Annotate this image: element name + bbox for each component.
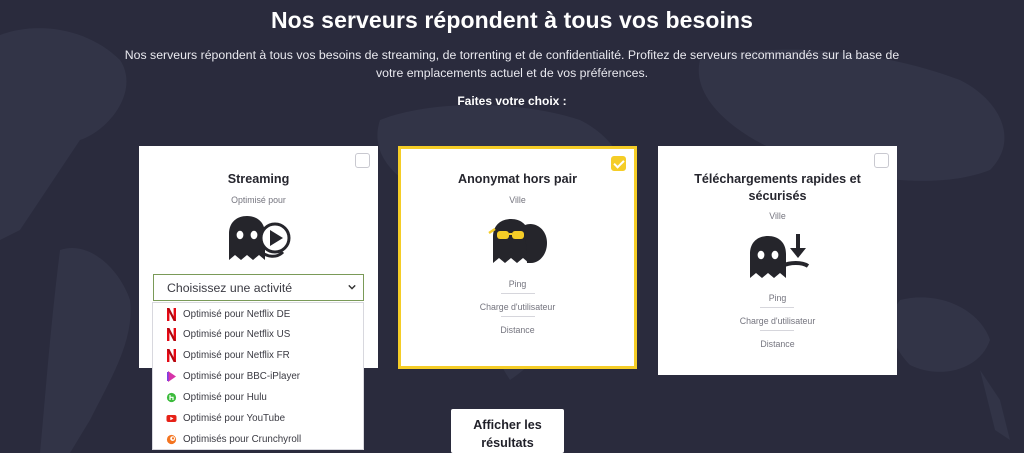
- netflix-icon: [167, 349, 176, 362]
- dropdown-item-label: Optimisé pour BBC-iPlayer: [183, 371, 301, 382]
- show-results-button-line1: Afficher les: [473, 418, 542, 432]
- card-streaming-title: Streaming: [227, 172, 290, 186]
- activity-select[interactable]: Choisissez une activité: [153, 274, 364, 301]
- dropdown-item-bbc-iplayer[interactable]: Optimisé pour BBC-iPlayer: [153, 367, 363, 387]
- show-results-button[interactable]: Afficher les résultats: [451, 409, 564, 453]
- netflix-icon: [167, 308, 176, 321]
- bbc-iplayer-icon: [167, 371, 176, 382]
- metric-distance: Distance: [760, 339, 795, 349]
- activity-select-value: Choisissez une activité: [167, 281, 293, 295]
- crunchyroll-icon: [166, 434, 177, 445]
- card-streaming-subtitle: Optimisé pour: [231, 195, 286, 205]
- card-downloads[interactable]: Téléchargements rapides et sécurisés Vil…: [658, 146, 897, 375]
- dropdown-item-label: Optimisé pour YouTube: [183, 413, 286, 424]
- hulu-icon: [166, 392, 177, 403]
- card-anonymity-checkbox[interactable]: [611, 156, 626, 171]
- choose-label: Faites votre choix :: [457, 94, 567, 108]
- page-title: Nos serveurs répondent à tous vos besoin…: [270, 7, 754, 33]
- metric-user-load: Charge d'utilisateur: [739, 316, 816, 326]
- dropdown-item-label: Optimisé pour Netflix US: [183, 329, 291, 340]
- dropdown-item-label: Optimisé pour Netflix FR: [183, 350, 290, 361]
- card-anonymity-title: Anonymat hors pair: [458, 172, 577, 186]
- divider: [501, 316, 535, 317]
- ghost-streaming-icon: [229, 216, 291, 260]
- divider: [501, 293, 535, 294]
- chevron-down-icon: [348, 284, 356, 290]
- card-anonymity-subtitle: Ville: [509, 195, 526, 205]
- metric-ping: Ping: [508, 279, 527, 289]
- card-streaming-checkbox[interactable]: [355, 153, 370, 168]
- divider: [760, 330, 794, 331]
- dropdown-item-crunchyroll[interactable]: Optimisés pour Crunchyroll: [153, 430, 363, 450]
- activity-dropdown: Optimisé pour Netflix DE Optimisé pour N…: [152, 302, 364, 450]
- dropdown-item-netflix-de[interactable]: Optimisé pour Netflix DE: [153, 305, 363, 325]
- ghost-download-icon: [750, 234, 810, 278]
- card-anonymity[interactable]: Anonymat hors pair Ville Ping Charge d'u…: [398, 146, 637, 369]
- dropdown-item-youtube[interactable]: Optimisé pour YouTube: [153, 409, 363, 429]
- metric-user-load: Charge d'utilisateur: [479, 302, 556, 312]
- divider: [760, 307, 794, 308]
- show-results-button-line2: résultats: [481, 436, 534, 450]
- dropdown-item-netflix-us[interactable]: Optimisé pour Netflix US: [153, 325, 363, 345]
- card-downloads-checkbox[interactable]: [874, 153, 889, 168]
- card-downloads-title: Téléchargements rapides et sécurisés: [694, 172, 861, 203]
- dropdown-item-label: Optimisé pour Netflix DE: [183, 309, 291, 320]
- dropdown-item-label: Optimisés pour Crunchyroll: [183, 434, 302, 445]
- metric-ping: Ping: [768, 293, 787, 303]
- dropdown-item-netflix-fr[interactable]: Optimisé pour Netflix FR: [153, 346, 363, 366]
- youtube-icon: [166, 415, 177, 422]
- card-downloads-subtitle: Ville: [769, 211, 786, 221]
- dropdown-item-hulu[interactable]: Optimisé pour Hulu: [153, 388, 363, 408]
- metric-distance: Distance: [500, 325, 535, 335]
- page-subtitle: Nos serveurs répondent à tous vos besoin…: [124, 48, 900, 80]
- ghost-anonymity-icon: [488, 219, 547, 263]
- dropdown-item-label: Optimisé pour Hulu: [183, 392, 267, 403]
- netflix-icon: [167, 328, 176, 341]
